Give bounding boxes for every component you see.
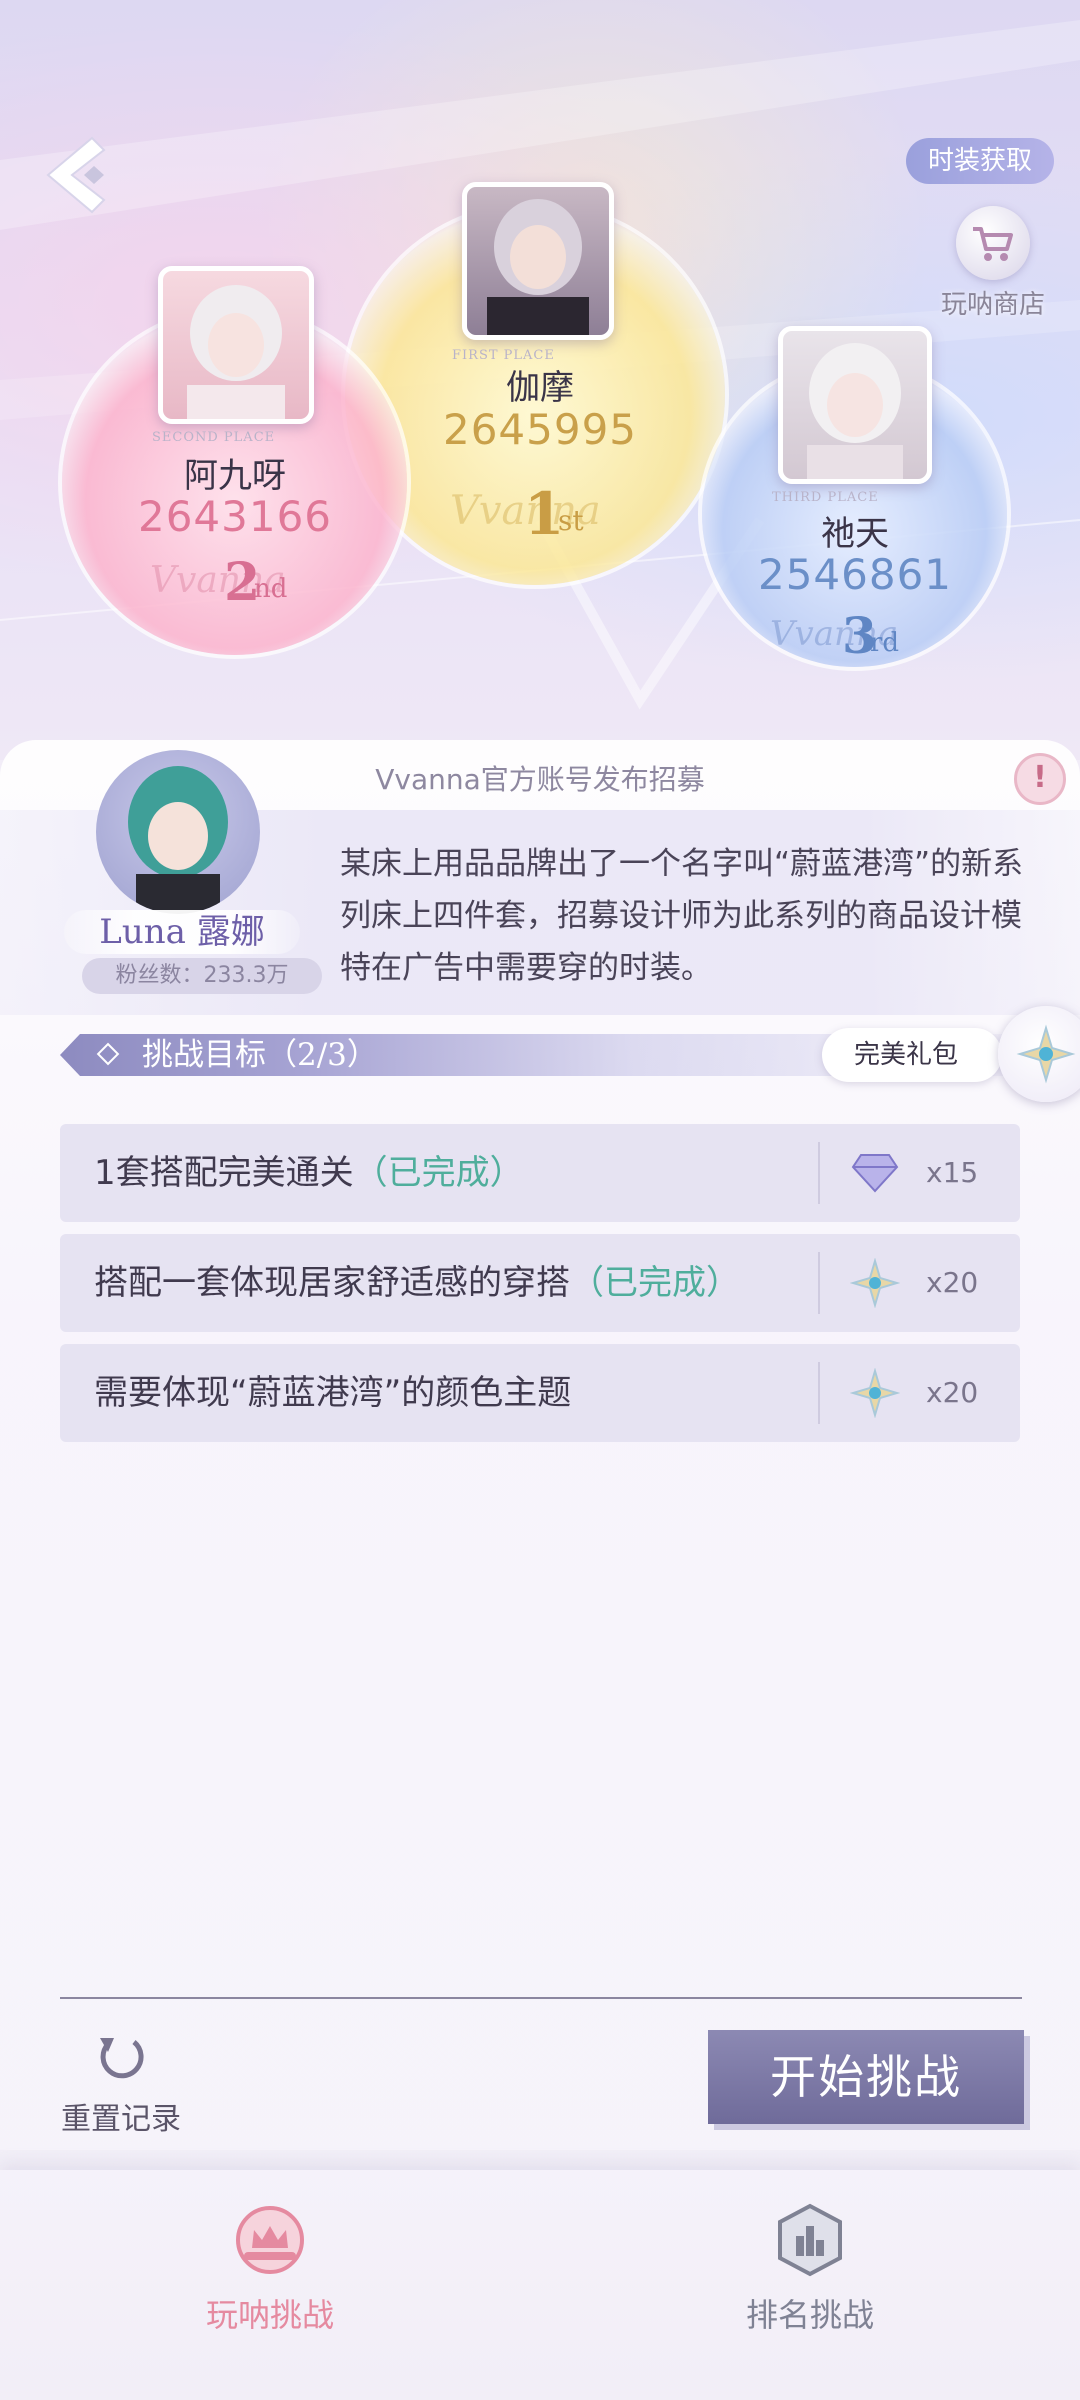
first-place-score: 2645995 [442, 405, 638, 454]
fashion-acquire-button[interactable]: 时装获取 [905, 138, 1054, 184]
task-text: 需要体现“蔚蓝港湾”的颜色主题 [94, 1373, 572, 1413]
reward-count: x20 [926, 1266, 979, 1299]
back-button[interactable] [40, 130, 130, 220]
tab-label: 排名挑战 [745, 2296, 874, 2334]
third-place-rank: Vvanna 3 rd [770, 606, 900, 665]
shop-button[interactable]: 玩呐商店 [928, 206, 1058, 321]
shop-label: 玩呐商店 [940, 290, 1045, 320]
ranking-badge-icon [770, 2200, 850, 2280]
second-place-caption: SECOND PLACE [152, 430, 276, 445]
npc-avatar[interactable] [96, 750, 260, 914]
task-text: 1套搭配完美通关（已完成） [94, 1153, 524, 1193]
second-place-name: 阿九呀 [184, 456, 286, 496]
task-divider [818, 1142, 820, 1204]
goal-header: 挑战目标（2/3） [96, 1034, 378, 1076]
third-place-name: 祂天 [821, 514, 889, 554]
crown-badge-icon [230, 2200, 310, 2280]
goal-header-label: 挑战目标（2/3） [142, 1037, 378, 1073]
star-emblem-icon [850, 1368, 900, 1418]
reset-record-button[interactable]: 重置记录 [56, 2030, 186, 2138]
task-divider [818, 1252, 820, 1314]
diamond-icon [850, 1148, 900, 1198]
task-text: 搭配一套体现居家舒适感的穿搭（已完成） [94, 1263, 740, 1303]
first-place-name: 伽摩 [506, 368, 574, 408]
diamond-bullet-icon [96, 1042, 120, 1066]
tab-label: 玩呐挑战 [205, 2296, 334, 2334]
task-divider [818, 1362, 820, 1424]
third-place-avatar [778, 326, 932, 484]
reward-count: x20 [926, 1376, 979, 1409]
second-place-avatar [158, 266, 314, 424]
second-place-rank: Vvanna 2 nd [150, 552, 288, 613]
third-place-score: 2546861 [757, 550, 953, 599]
back-arrow-icon [46, 136, 106, 214]
challenge-description: 某床上用品品牌出了一个名字叫“蔚蓝港湾”的新系列床上四件套，招募设计师为此系列的… [340, 846, 1024, 986]
section-divider [60, 1997, 1022, 1999]
npc-name: Luna 露娜 [64, 910, 300, 954]
task-row-1: 1套搭配完美通关（已完成） x15 [60, 1124, 1020, 1222]
third-place-caption: THIRD PLACE [772, 490, 879, 505]
start-challenge-button[interactable]: 开始挑战 [708, 2030, 1024, 2124]
perfect-gift-button[interactable]: 完美礼包 [822, 1028, 1002, 1082]
task-row-2: 搭配一套体现居家舒适感的穿搭（已完成） x20 [60, 1234, 1020, 1332]
reset-icon [100, 2038, 144, 2079]
first-place-avatar [462, 182, 614, 340]
shopping-cart-icon [956, 206, 1030, 280]
task-row-3: 需要体现“蔚蓝港湾”的颜色主题 x20 [60, 1344, 1020, 1442]
first-place-rank: Vvanna 1 st [450, 480, 601, 548]
second-place-score: 2643166 [137, 492, 333, 541]
reset-label: 重置记录 [61, 2102, 181, 2137]
tab-vvanna-challenge[interactable]: 玩呐挑战 [120, 2200, 420, 2336]
reward-count: x15 [926, 1156, 979, 1189]
npc-fans-count: 粉丝数：233.3万 [82, 958, 322, 994]
star-emblem-icon [850, 1258, 900, 1308]
info-alert-icon[interactable]: ! [1014, 753, 1066, 805]
tab-ranking-challenge[interactable]: 排名挑战 [660, 2200, 960, 2336]
